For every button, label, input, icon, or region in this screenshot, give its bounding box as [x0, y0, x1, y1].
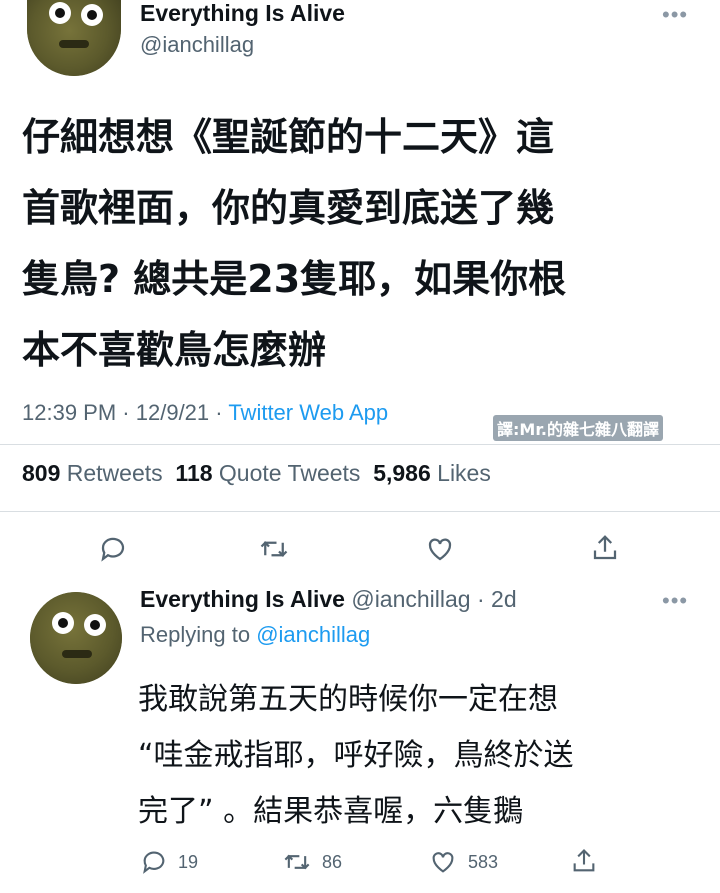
divider: [0, 444, 720, 445]
like-icon: [428, 538, 452, 561]
retweets-label[interactable]: Retweets: [67, 460, 163, 486]
replying-prefix: Replying to: [140, 622, 251, 647]
reply-author-name[interactable]: Everything Is Alive: [140, 586, 345, 612]
reply-share-button[interactable]: [570, 846, 598, 876]
reply-retweet-button[interactable]: 86: [282, 848, 342, 876]
avatar-face: [30, 592, 122, 684]
reply-icon: [143, 851, 165, 874]
tweet-text-line: 隻鳥? 總共是23隻耶，如果你根: [22, 257, 567, 301]
reply-author-handle[interactable]: @ianchillag: [351, 586, 470, 612]
share-icon: [573, 849, 595, 872]
avatar-eye-left: [49, 2, 71, 24]
like-icon: [432, 852, 454, 873]
avatar-mouth: [59, 40, 89, 48]
reply-replies-count: 19: [178, 851, 199, 872]
share-icon: [593, 535, 617, 560]
reply-reply-button[interactable]: 19: [140, 848, 198, 876]
quotes-label[interactable]: Quote Tweets: [219, 460, 361, 486]
reply-text-line: 完了” 。結果恭喜喔，六隻鵝: [138, 794, 524, 829]
reply-header: Everything Is Alive @ianchillag · 2d: [140, 586, 517, 613]
retweet-icon: [260, 541, 288, 557]
avatar-eye-right: [84, 614, 106, 636]
retweet-icon: [284, 854, 310, 870]
tweet-text-line: 仔細想想《聖誕節的十二天》這: [22, 115, 555, 159]
avatar-eye-left: [52, 612, 74, 634]
translator-watermark: 譯:Mr.的雜七雜八翻譯: [493, 415, 664, 441]
avatar-face: [27, 0, 121, 76]
reply-retweets-count: 86: [322, 851, 343, 872]
avatar[interactable]: [27, 0, 121, 76]
tweet-date[interactable]: 12/9/21: [136, 400, 209, 425]
tweet-text: 仔細想想《聖誕節的十二天》這 首歌裡面，你的真愛到底送了幾 隻鳥? 總共是23隻…: [22, 102, 702, 386]
reply-text-line: 我敢說第五天的時候你一定在想: [138, 682, 558, 717]
more-options-icon[interactable]: •••: [662, 2, 688, 28]
likes-count[interactable]: 5,986: [373, 460, 431, 486]
reply-likes-count: 583: [468, 851, 499, 872]
tweet-text-line: 首歌裡面，你的真愛到底送了幾: [22, 186, 555, 230]
retweets-count[interactable]: 809: [22, 460, 60, 486]
reply-text: 我敢說第五天的時候你一定在想 “哇金戒指耶，呼好險，鳥終於送 完了” 。結果恭喜…: [138, 672, 708, 840]
tweet-source[interactable]: Twitter Web App: [228, 400, 388, 425]
retweet-button[interactable]: [258, 534, 290, 564]
avatar-eye-right: [81, 4, 103, 26]
author-name[interactable]: Everything Is Alive: [140, 0, 345, 27]
likes-label[interactable]: Likes: [437, 460, 491, 486]
reply-button[interactable]: [98, 534, 128, 564]
reply-more-options-icon[interactable]: •••: [662, 588, 688, 614]
tweet-meta: 12:39 PM · 12/9/21 · Twitter Web App: [22, 400, 388, 426]
reply-icon: [101, 537, 125, 562]
reply-like-button[interactable]: 583: [428, 848, 498, 876]
tweet-time[interactable]: 12:39 PM: [22, 400, 116, 425]
share-button[interactable]: [590, 532, 620, 564]
author-handle[interactable]: @ianchillag: [140, 32, 254, 58]
tweet-stats: 809 Retweets 118 Quote Tweets 5,986 Like…: [22, 460, 491, 487]
replying-handle-link[interactable]: @ianchillag: [256, 622, 370, 647]
reply-age[interactable]: · 2d: [477, 586, 517, 612]
meta-separator: ·: [122, 400, 130, 425]
replying-to: Replying to @ianchillag: [140, 622, 370, 648]
tweet-text-line: 本不喜歡鳥怎麼辦: [22, 328, 327, 372]
reply-text-line: “哇金戒指耶，呼好險，鳥終於送: [138, 738, 574, 773]
meta-separator: ·: [215, 400, 223, 425]
reply-avatar[interactable]: [30, 592, 122, 684]
like-button[interactable]: [424, 534, 456, 564]
divider: [0, 511, 720, 512]
quotes-count[interactable]: 118: [175, 460, 212, 486]
avatar-mouth: [62, 650, 92, 658]
